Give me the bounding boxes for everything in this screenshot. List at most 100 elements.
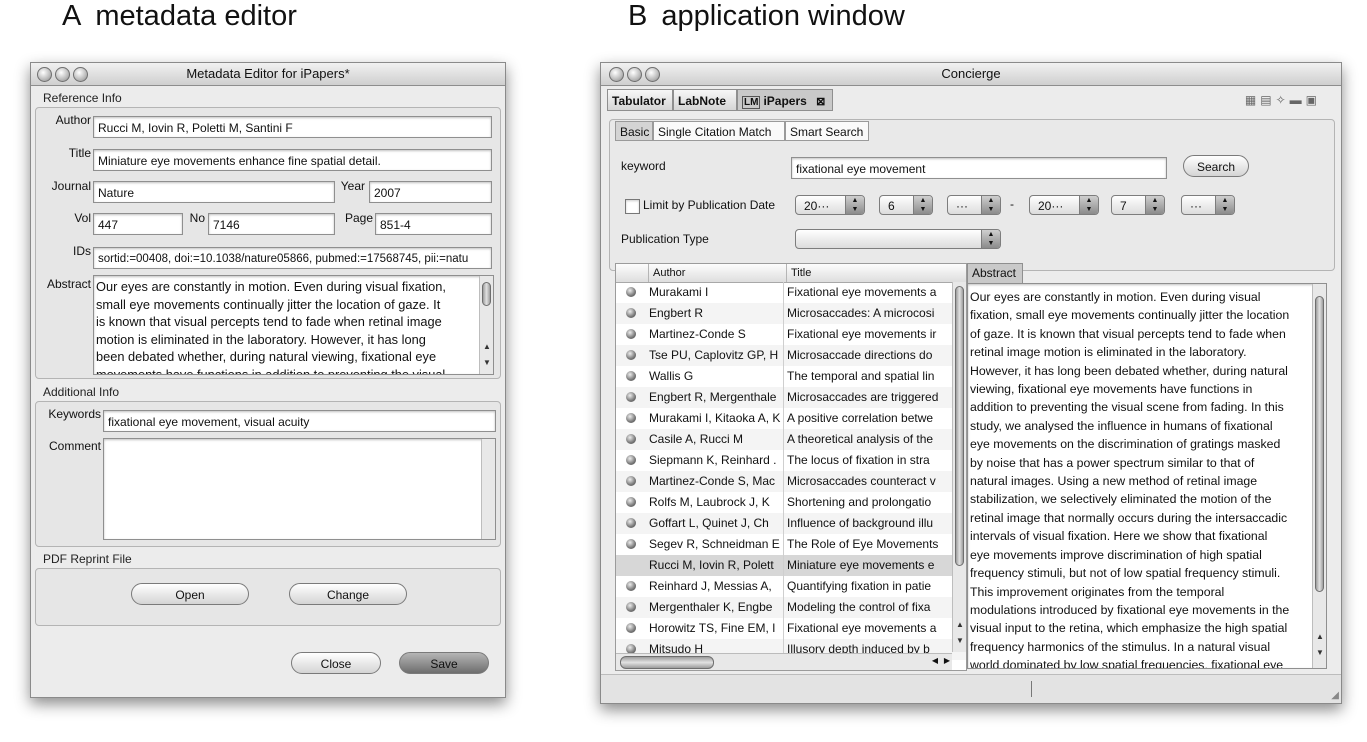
- abstract-scrollbar[interactable]: ▲ ▼: [479, 276, 493, 374]
- tab-ipapers[interactable]: LM iPapers ⊠: [737, 89, 833, 111]
- minimize-window-icon[interactable]: [55, 67, 70, 82]
- open-button[interactable]: Open: [131, 583, 249, 605]
- ipapers-logo-icon: LM: [742, 96, 761, 109]
- row-author: Siepmann K, Reinhard .: [649, 450, 784, 471]
- to-year-value: 20···: [1038, 199, 1064, 213]
- close-tab-icon[interactable]: ⊠: [816, 96, 825, 108]
- subtab-single-citation[interactable]: Single Citation Match: [653, 121, 785, 141]
- to-day-select[interactable]: ··· ▲ ▼: [1181, 195, 1235, 215]
- table-row[interactable]: Murakami I Fixational eye movements a: [616, 282, 966, 303]
- scroll-up-icon[interactable]: ▲: [480, 342, 493, 351]
- row-title: A theoretical analysis of the: [787, 432, 934, 446]
- year-field[interactable]: 2007: [369, 181, 492, 203]
- results-vscrollbar[interactable]: ▲ ▼: [952, 282, 966, 652]
- to-month-select[interactable]: 7 ▲ ▼: [1111, 195, 1165, 215]
- app-titlebar: Concierge: [601, 63, 1341, 86]
- table-row[interactable]: Goffart L, Quinet J, Ch Influence of back…: [616, 513, 966, 534]
- zoom-window-icon[interactable]: [73, 67, 88, 82]
- table-row[interactable]: Engbert R Microsaccades: A microcosi: [616, 303, 966, 324]
- change-button[interactable]: Change: [289, 583, 407, 605]
- close-window-icon[interactable]: [609, 67, 624, 82]
- search-button[interactable]: Search: [1183, 155, 1249, 177]
- scroll-down-icon[interactable]: ▼: [1313, 648, 1326, 657]
- journal-label: Journal: [51, 179, 91, 193]
- tab-tabulator[interactable]: Tabulator: [607, 89, 673, 111]
- pubtype-select[interactable]: ▲ ▼: [795, 229, 1001, 249]
- abstract-tab[interactable]: Abstract: [967, 263, 1023, 283]
- maximize-view-icon[interactable]: ▣: [1306, 93, 1321, 107]
- table-row[interactable]: Murakami I, Kitaoka A, KA positive corre…: [616, 408, 966, 429]
- status-divider: [1031, 681, 1032, 697]
- grid-view-icon[interactable]: ▦: [1245, 93, 1260, 107]
- abstract-line: eye movements on the discrimination of g…: [970, 437, 1281, 452]
- status-column-header[interactable]: [616, 264, 649, 282]
- save-button[interactable]: Save: [399, 652, 489, 674]
- table-row[interactable]: Rucci M, Iovin R, Polett Miniature eye mo…: [616, 555, 966, 576]
- table-row[interactable]: Martinez-Conde S, Mac Microsaccades count…: [616, 471, 966, 492]
- resize-grip-icon[interactable]: ◢: [1331, 690, 1339, 701]
- minimize-window-icon[interactable]: [627, 67, 642, 82]
- from-year-select[interactable]: 20··· ▲ ▼: [795, 195, 865, 215]
- pin-icon[interactable]: ✧: [1276, 93, 1290, 107]
- status-dot-icon: [626, 308, 636, 318]
- no-field[interactable]: 7146: [208, 213, 335, 235]
- from-day-select[interactable]: ··· ▲ ▼: [947, 195, 1001, 215]
- journal-field[interactable]: Nature: [93, 181, 335, 203]
- scroll-right-icon[interactable]: ▶: [944, 656, 950, 665]
- zoom-window-icon[interactable]: [645, 67, 660, 82]
- close-button[interactable]: Close: [291, 652, 381, 674]
- no-label: No: [189, 211, 205, 225]
- ids-field[interactable]: sortid:=00408, doi:=10.1038/nature05866,…: [93, 247, 492, 269]
- scroll-up-icon[interactable]: ▲: [953, 620, 966, 629]
- minimize-view-icon[interactable]: ▬: [1290, 93, 1306, 107]
- stepper-icon: ▲ ▼: [913, 196, 932, 214]
- comment-scrollbar[interactable]: [481, 439, 495, 539]
- abstract-scroll-thumb[interactable]: [482, 282, 491, 306]
- author-column-header[interactable]: Author: [649, 264, 787, 282]
- scroll-down-icon[interactable]: ▼: [480, 358, 493, 367]
- keyword-field[interactable]: fixational eye movement: [791, 157, 1167, 179]
- table-row[interactable]: Reinhard J, Messias A, Quantifying fixati…: [616, 576, 966, 597]
- subtab-smart-search[interactable]: Smart Search: [785, 121, 869, 141]
- list-view-icon[interactable]: ▤: [1260, 93, 1275, 107]
- abstract-view-scrollbar[interactable]: ▲ ▼: [1312, 284, 1326, 668]
- tab-labnote[interactable]: LabNote: [673, 89, 737, 111]
- table-row[interactable]: Mergenthaler K, Engbe Modeling the contro…: [616, 597, 966, 618]
- table-row[interactable]: Rolfs M, Laubrock J, K Shortening and pro…: [616, 492, 966, 513]
- table-row[interactable]: Martinez-Conde S Fixational eye movements…: [616, 324, 966, 345]
- table-row[interactable]: Horowitz TS, Fine EM, I Fixational eye mo…: [616, 618, 966, 639]
- comment-textarea[interactable]: [103, 438, 496, 540]
- abstract-line: stabilization, we selectively eliminated…: [970, 492, 1272, 507]
- title-field[interactable]: Miniature eye movements enhance fine spa…: [93, 149, 492, 171]
- page-field[interactable]: 851-4: [375, 213, 492, 235]
- limit-date-checkbox[interactable]: [625, 199, 640, 214]
- abstract-line: Our eyes are constantly in motion. Even …: [970, 290, 1261, 304]
- table-row[interactable]: Segev R, Schneidman E The Role of Eye Mov…: [616, 534, 966, 555]
- scroll-down-icon[interactable]: ▼: [953, 636, 966, 645]
- table-row[interactable]: Siepmann K, Reinhard . The locus of fixat…: [616, 450, 966, 471]
- scroll-left-icon[interactable]: ◀: [932, 656, 938, 665]
- abstract-textarea[interactable]: Our eyes are constantly in motion. Even …: [93, 275, 494, 375]
- table-row[interactable]: Engbert R, Mergenthale Microsaccades are …: [616, 387, 966, 408]
- keywords-field[interactable]: fixational eye movement, visual acuity: [103, 410, 496, 432]
- row-title: Fixational eye movements a: [787, 285, 937, 299]
- vol-field[interactable]: 447: [93, 213, 183, 235]
- title-column-header[interactable]: Title: [787, 264, 966, 282]
- abstract-view-scroll-thumb[interactable]: [1315, 296, 1324, 592]
- author-field[interactable]: Rucci M, Iovin R, Poletti M, Santini F: [93, 116, 492, 138]
- abstract-line: This improvement originates from the tem…: [970, 584, 1225, 599]
- close-window-icon[interactable]: [37, 67, 52, 82]
- scroll-up-icon[interactable]: ▲: [1313, 632, 1326, 641]
- subtab-basic[interactable]: Basic: [615, 121, 653, 141]
- results-vscroll-thumb[interactable]: [955, 286, 964, 566]
- table-row[interactable]: Wallis G The temporal and spatial lin: [616, 366, 966, 387]
- table-row[interactable]: Casile A, Rucci MA theoretical analysis …: [616, 429, 966, 450]
- abstract-line: visual input to the retina, which emphas…: [970, 621, 1288, 636]
- from-month-select[interactable]: 6 ▲ ▼: [879, 195, 933, 215]
- status-dot-icon: [626, 287, 636, 297]
- from-month-value: 6: [888, 199, 895, 213]
- results-hscrollbar[interactable]: ◀ ▶: [616, 653, 952, 670]
- table-row[interactable]: Tse PU, Caplovitz GP, H Microsaccade dire…: [616, 345, 966, 366]
- to-year-select[interactable]: 20··· ▲ ▼: [1029, 195, 1099, 215]
- results-hscroll-thumb[interactable]: [620, 656, 714, 669]
